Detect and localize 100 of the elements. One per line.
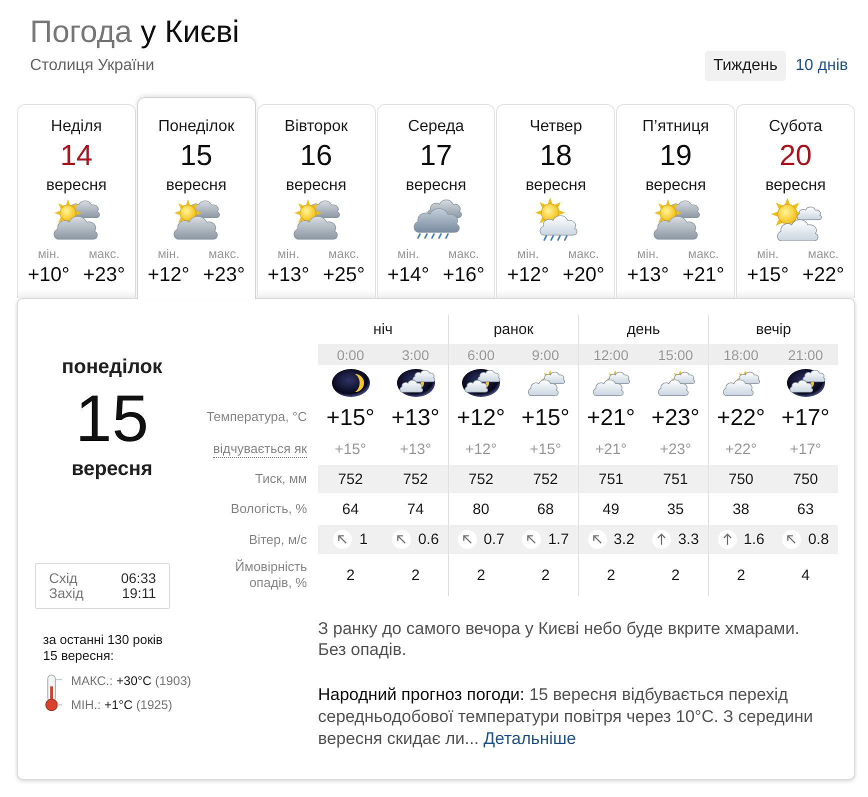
precipitation-value: 2 xyxy=(346,566,355,584)
day-card[interactable]: П’ятниця 19 вересня мін. макс. +13° +21° xyxy=(616,104,736,298)
page-subtitle: Столиця України xyxy=(30,56,156,76)
range-tab[interactable]: Тиждень xyxy=(705,51,786,81)
sun-event-time: 19:11 xyxy=(121,586,156,601)
weekday-label: Вівторок xyxy=(284,118,348,135)
pressure-cell: 751 xyxy=(643,465,708,493)
moon-cloud-icon xyxy=(786,368,826,398)
moon-cloud-icon xyxy=(461,368,501,398)
period-label: вечір xyxy=(756,321,792,338)
temperature-value: +17° xyxy=(781,404,830,430)
pressure-cell: 751 xyxy=(578,465,643,493)
weekday-label: Середа xyxy=(408,118,464,135)
row-label: Вітер, м/с xyxy=(248,532,307,548)
wind-speed: 3.2 xyxy=(614,531,634,548)
feels-like-value: +17° xyxy=(790,440,822,458)
hour-cell: 21:00 xyxy=(773,344,838,365)
weekday-label: Четвер xyxy=(530,118,582,135)
period-label: ніч xyxy=(373,321,393,338)
min-temperature: +13° xyxy=(267,264,310,286)
precipitation-value: 4 xyxy=(801,566,810,584)
sun-event-label: Схід xyxy=(49,571,78,586)
detail-day-number: 15 xyxy=(75,381,149,455)
day-card[interactable]: Неділя 14 вересня мін. макс. +10° +23° xyxy=(17,104,136,298)
min-label: мін. xyxy=(158,247,180,261)
feels-like-value: +23° xyxy=(660,440,692,458)
wind-speed: 3.3 xyxy=(678,531,699,548)
day-card[interactable]: Вівторок 16 вересня мін. макс. +13° +25° xyxy=(256,104,376,298)
min-temperature: +12° xyxy=(507,264,550,286)
sun-clouds-icon xyxy=(591,368,631,398)
pressure-cell: 752 xyxy=(513,465,578,493)
max-temperature: +20° xyxy=(562,264,605,286)
min-label: мін. xyxy=(278,247,300,261)
max-temperature: +23° xyxy=(83,264,126,286)
hour-cell: 6:00 xyxy=(448,344,513,365)
month-label: вересня xyxy=(46,177,107,194)
hour-cell: 3:00 xyxy=(383,344,448,365)
hour-cell: 12:00 xyxy=(578,344,643,365)
temperature-value: +15° xyxy=(326,404,375,430)
feels-like-value: +12° xyxy=(465,440,497,458)
max-label: макс. xyxy=(208,247,240,261)
humidity-value: 80 xyxy=(472,500,490,518)
pressure-cell: 752 xyxy=(318,465,383,493)
precipitation-value: 2 xyxy=(411,566,420,584)
wind-speed: 0.6 xyxy=(418,531,439,548)
max-label: макс. xyxy=(448,247,480,261)
humidity-value: 35 xyxy=(667,500,684,518)
day-card[interactable]: Понеділок 15 вересня мін. макс. +12° +23° xyxy=(136,97,256,299)
pressure-cell: 752 xyxy=(448,465,513,493)
precipitation-value: 2 xyxy=(541,566,550,584)
day-number: 17 xyxy=(420,140,452,172)
sun-clouds-icon xyxy=(721,368,761,398)
row-label: Вологість, % xyxy=(230,501,307,517)
sun-clouds-icon xyxy=(656,368,696,398)
temperature-value: +22° xyxy=(716,404,766,430)
precipitation-value: 2 xyxy=(476,566,486,584)
weekday-label: Субота xyxy=(768,118,822,135)
min-temperature: +12° xyxy=(148,264,190,286)
hour-cell: 0:00 xyxy=(318,344,383,365)
min-label: мін. xyxy=(38,247,60,261)
feels-like-value: +13° xyxy=(400,440,432,458)
thermometer-icon xyxy=(43,674,62,712)
humidity-value: 63 xyxy=(797,500,814,518)
temperature-value: +21° xyxy=(586,404,636,430)
min-temperature: +14° xyxy=(387,264,430,286)
month-label: вересня xyxy=(526,177,586,194)
folk-forecast-text: Народний прогноз погоди: 15 вересня відбувається перехід середньодобової температури повітря через 10°C. З середини вересня скидає ли... Детальніше xyxy=(318,684,814,750)
feels-like-value: +21° xyxy=(595,440,627,458)
max-label: макс. xyxy=(808,247,839,261)
period-label: ранок xyxy=(494,321,534,338)
detail-weekday: понеділок xyxy=(62,356,162,378)
min-label: мін. xyxy=(756,247,779,261)
humidity-value: 49 xyxy=(602,500,620,518)
month-label: вересня xyxy=(765,177,826,194)
row-label: відчувається як xyxy=(213,440,307,458)
day-card[interactable]: Четвер 18 вересня мін. макс. +12° +20° xyxy=(496,104,616,298)
range-tab[interactable]: 10 днів xyxy=(796,51,848,81)
detail-month: вересня xyxy=(71,458,153,480)
wind-speed: 1.7 xyxy=(548,531,569,548)
moon-icon xyxy=(330,368,370,398)
humidity-value: 38 xyxy=(732,500,750,518)
history-period-text: за останні 130 років xyxy=(43,632,163,647)
day-number: 18 xyxy=(540,140,572,172)
max-temperature: +22° xyxy=(802,264,844,286)
weekday-label: П’ятниця xyxy=(642,118,710,135)
history-date-text: 15 вересня: xyxy=(43,648,114,663)
min-label: мін. xyxy=(517,247,540,261)
precipitation-value: 2 xyxy=(606,566,616,584)
feels-like-value: +15° xyxy=(530,440,562,458)
more-link[interactable]: Детальніше xyxy=(484,729,576,748)
temperature-value: +13° xyxy=(391,404,440,430)
humidity-value: 64 xyxy=(342,500,359,518)
min-label: мін. xyxy=(397,247,420,261)
month-label: вересня xyxy=(286,177,346,194)
row-label: Тиск, мм xyxy=(255,471,307,487)
day-card[interactable]: Середа 17 вересня мін. макс. +14° +16° xyxy=(376,104,496,298)
pressure-cell: 750 xyxy=(773,465,838,493)
min-label: мін. xyxy=(637,247,659,261)
day-number: 20 xyxy=(779,140,812,172)
day-card[interactable]: Субота 20 вересня мін. макс. +15° +22° xyxy=(736,104,856,298)
